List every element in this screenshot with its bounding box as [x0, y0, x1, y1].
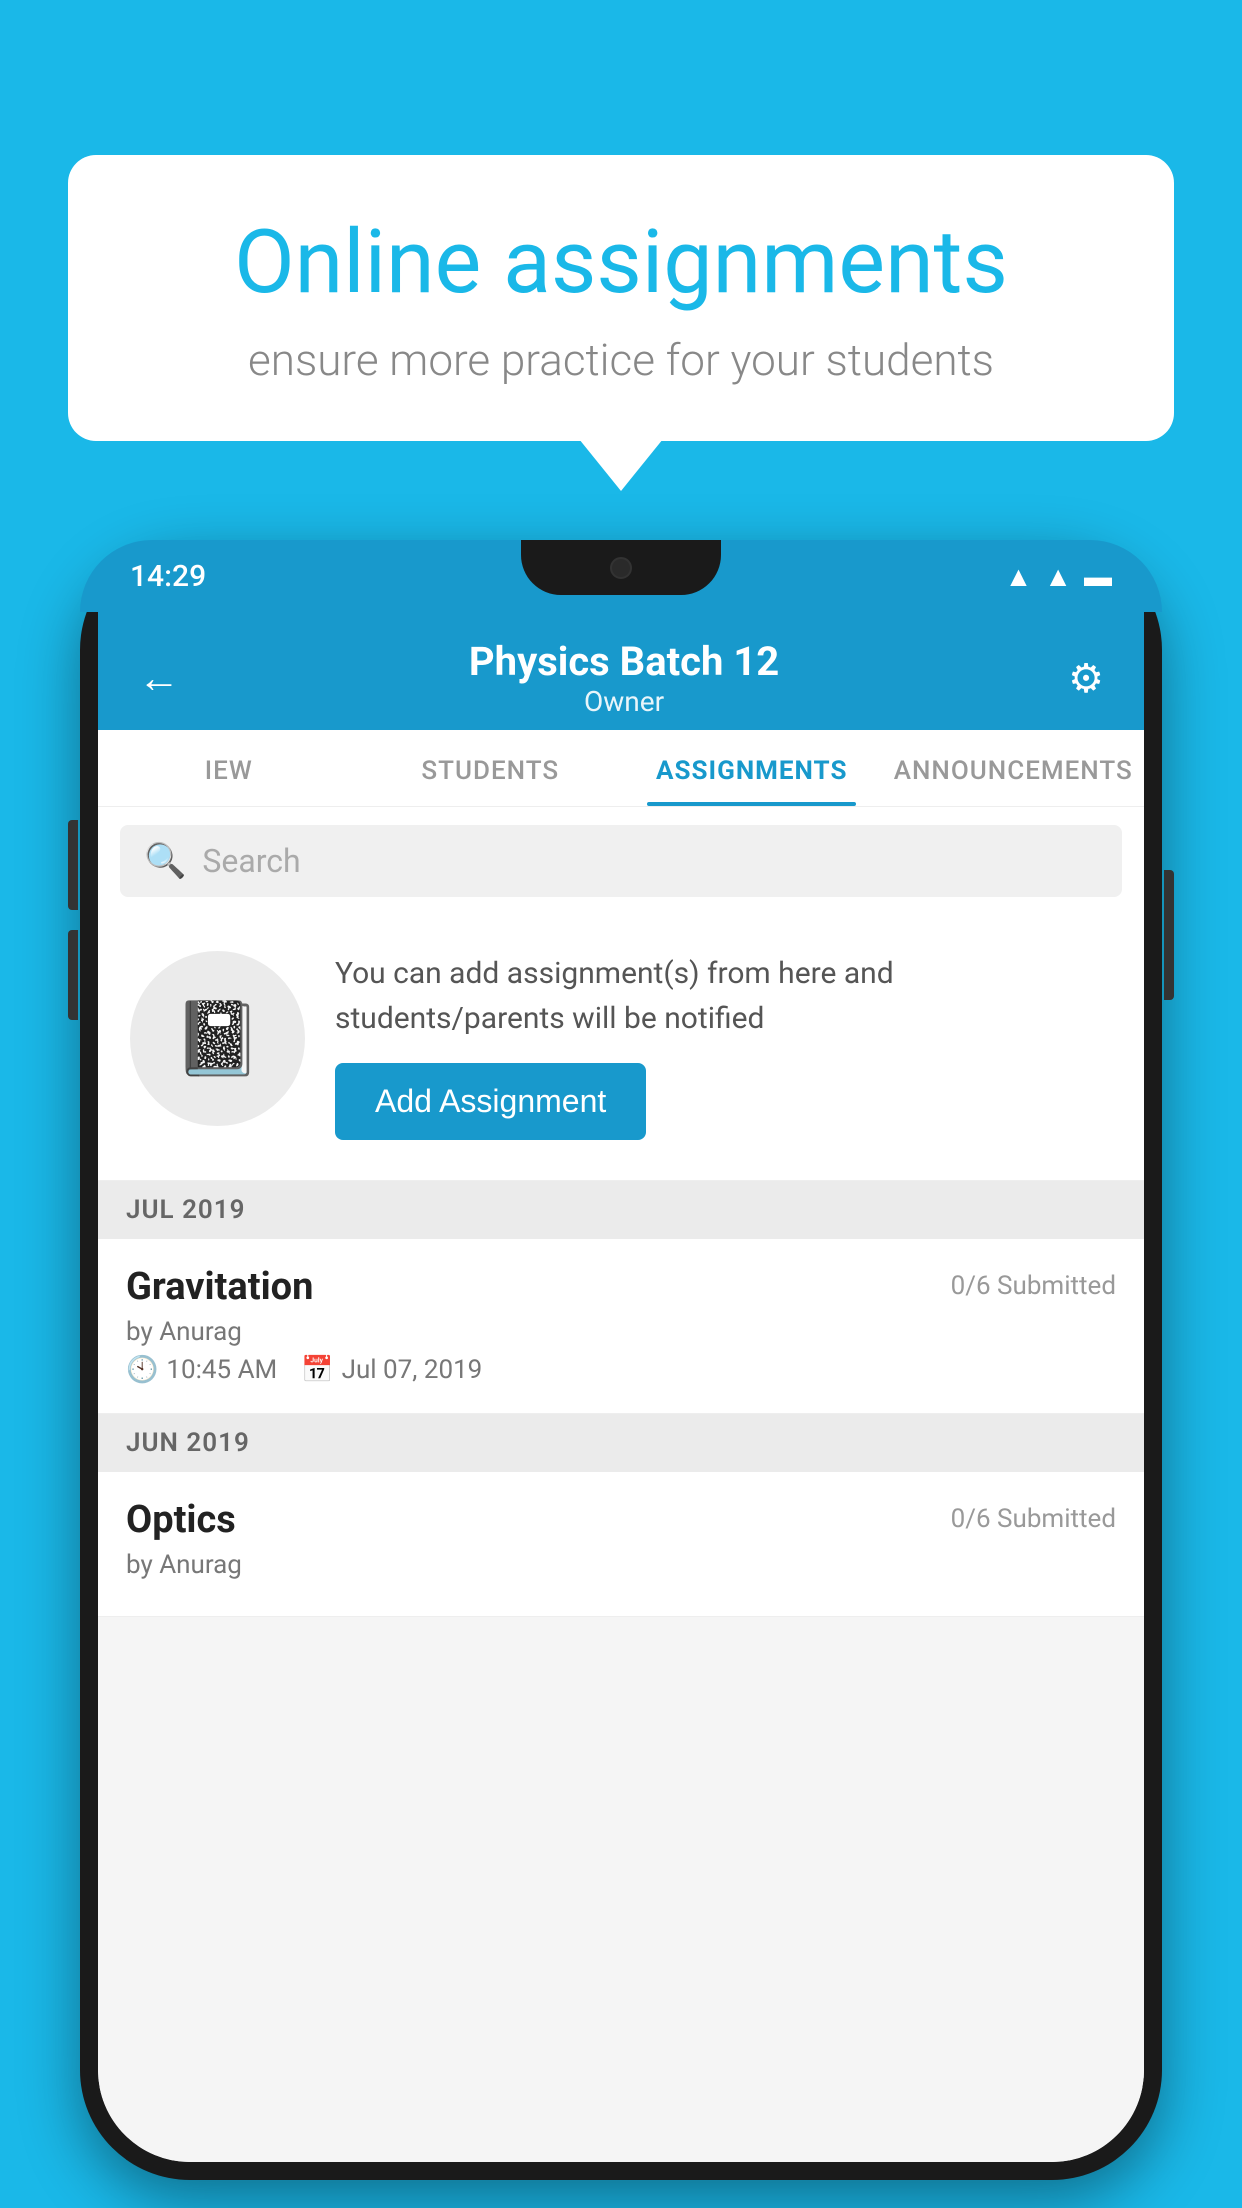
batch-subtitle: Owner	[584, 685, 664, 718]
phone-outer: 14:29 ▲ ▲ ▬ ← Physics Batch 12 Owner	[80, 540, 1162, 2180]
assignment-time-date-gravitation: 🕙 10:45 AM 📅 Jul 07, 2019	[126, 1355, 1116, 1385]
settings-button[interactable]: ⚙	[1068, 655, 1104, 702]
phone-screen: ← Physics Batch 12 Owner ⚙ IEW STUDENTS	[98, 612, 1144, 2162]
search-bar-wrap: 🔍 Search	[98, 807, 1144, 915]
tab-iew[interactable]: IEW	[98, 730, 360, 806]
status-time: 14:29	[130, 559, 206, 594]
search-bar[interactable]: 🔍 Search	[120, 825, 1122, 897]
power-button	[1164, 870, 1174, 1000]
speech-bubble-subtitle: ensure more practice for your students	[138, 334, 1104, 386]
assignment-prompt: 📓 You can add assignment(s) from here an…	[98, 915, 1144, 1181]
assignment-time: 10:45 AM	[166, 1355, 277, 1385]
camera-dot	[610, 557, 632, 579]
tab-assignments[interactable]: ASSIGNMENTS	[621, 730, 883, 806]
battery-icon: ▬	[1084, 560, 1112, 593]
assignment-item-top: Gravitation 0/6 Submitted	[126, 1265, 1116, 1309]
wifi-icon: ▲	[1005, 560, 1033, 593]
assignment-item-optics[interactable]: Optics 0/6 Submitted by Anurag	[98, 1472, 1144, 1617]
assignment-icon-circle: 📓	[130, 951, 305, 1126]
assignment-right: You can add assignment(s) from here and …	[335, 951, 1112, 1140]
app-header: ← Physics Batch 12 Owner ⚙	[98, 612, 1144, 730]
add-assignment-button[interactable]: Add Assignment	[335, 1063, 646, 1140]
batch-title: Physics Batch 12	[469, 638, 779, 685]
notebook-icon: 📓	[173, 996, 263, 1081]
app-header-top: ← Physics Batch 12 Owner ⚙	[138, 622, 1104, 730]
month-divider-jun: JUN 2019	[98, 1414, 1144, 1472]
assignment-date: Jul 07, 2019	[342, 1355, 483, 1385]
search-icon: 🔍	[144, 841, 186, 881]
assignment-item-gravitation[interactable]: Gravitation 0/6 Submitted by Anurag 🕙 10…	[98, 1239, 1144, 1414]
assignment-item-top-optics: Optics 0/6 Submitted	[126, 1498, 1116, 1542]
time-item: 🕙 10:45 AM	[126, 1355, 277, 1385]
tabs-bar: IEW STUDENTS ASSIGNMENTS ANNOUNCEMENTS	[98, 730, 1144, 807]
header-title: Physics Batch 12 Owner	[469, 638, 779, 718]
phone-notch	[521, 540, 721, 595]
assignment-prompt-text: You can add assignment(s) from here and …	[335, 951, 1112, 1041]
speech-bubble-title: Online assignments	[138, 215, 1104, 312]
assignment-submitted-optics: 0/6 Submitted	[951, 1504, 1116, 1534]
back-button[interactable]: ←	[138, 654, 180, 703]
volume-down-button	[68, 930, 78, 1020]
signal-icon: ▲	[1044, 560, 1072, 593]
clock-icon: 🕙	[126, 1355, 158, 1385]
month-divider-jul: JUL 2019	[98, 1181, 1144, 1239]
calendar-icon: 📅	[301, 1355, 333, 1385]
speech-bubble-container: Online assignments ensure more practice …	[68, 155, 1174, 441]
search-placeholder: Search	[202, 842, 300, 880]
date-item: 📅 Jul 07, 2019	[301, 1355, 482, 1385]
assignment-name-gravitation: Gravitation	[126, 1265, 313, 1309]
speech-bubble: Online assignments ensure more practice …	[68, 155, 1174, 441]
assignment-meta-optics: by Anurag	[126, 1550, 1116, 1580]
screen-content: 🔍 Search 📓 You can add assignment(s) fro…	[98, 807, 1144, 2162]
status-icons: ▲ ▲ ▬	[1005, 560, 1112, 593]
assignment-submitted-gravitation: 0/6 Submitted	[951, 1271, 1116, 1301]
assignment-meta-gravitation: by Anurag	[126, 1317, 1116, 1347]
volume-up-button	[68, 820, 78, 910]
tab-students[interactable]: STUDENTS	[360, 730, 622, 806]
assignment-name-optics: Optics	[126, 1498, 236, 1542]
tab-announcements[interactable]: ANNOUNCEMENTS	[883, 730, 1145, 806]
phone-wrapper: 14:29 ▲ ▲ ▬ ← Physics Batch 12 Owner	[80, 540, 1162, 2180]
